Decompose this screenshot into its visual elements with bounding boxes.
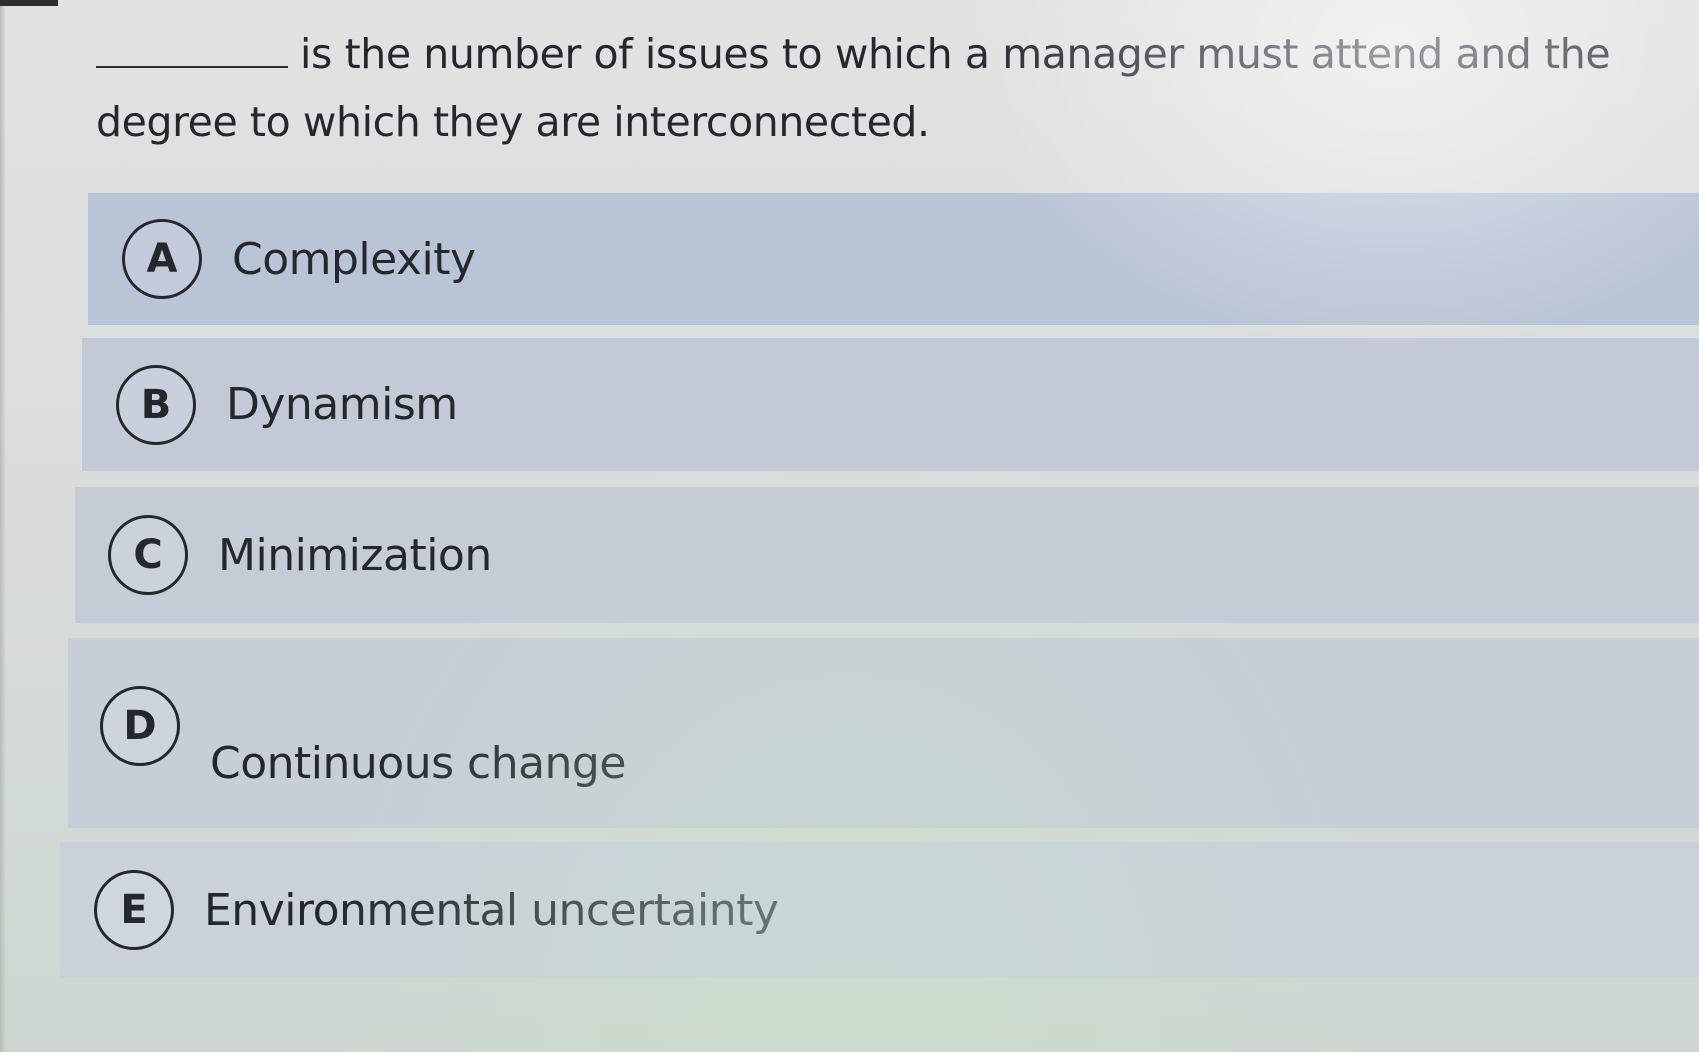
option-label: Complexity — [232, 233, 476, 285]
option-c[interactable]: C Minimization — [75, 487, 1699, 623]
option-e[interactable]: E Environmental uncertainty — [60, 842, 1699, 978]
option-letter-badge: A — [122, 219, 202, 299]
option-letter-badge: D — [100, 686, 180, 766]
option-letter-badge: C — [108, 515, 188, 595]
answer-blank — [96, 36, 288, 68]
option-letter-badge: E — [94, 870, 174, 950]
option-label: Dynamism — [226, 379, 458, 430]
option-label: Environmental uncertainty — [204, 884, 779, 936]
option-label: Minimization — [218, 529, 492, 581]
question-stem: is the number of issues to which a manag… — [96, 30, 1611, 146]
option-label: Continuous change — [210, 738, 626, 789]
option-b[interactable]: B Dynamism — [82, 338, 1699, 471]
option-a[interactable]: A Complexity — [88, 193, 1699, 325]
option-d[interactable]: D Continuous change — [68, 638, 1699, 828]
option-letter-badge: B — [116, 364, 196, 445]
screen-corner-bezel — [0, 0, 58, 6]
screen-left-edge — [0, 0, 6, 1052]
question-text: is the number of issues to which a manag… — [96, 20, 1656, 156]
